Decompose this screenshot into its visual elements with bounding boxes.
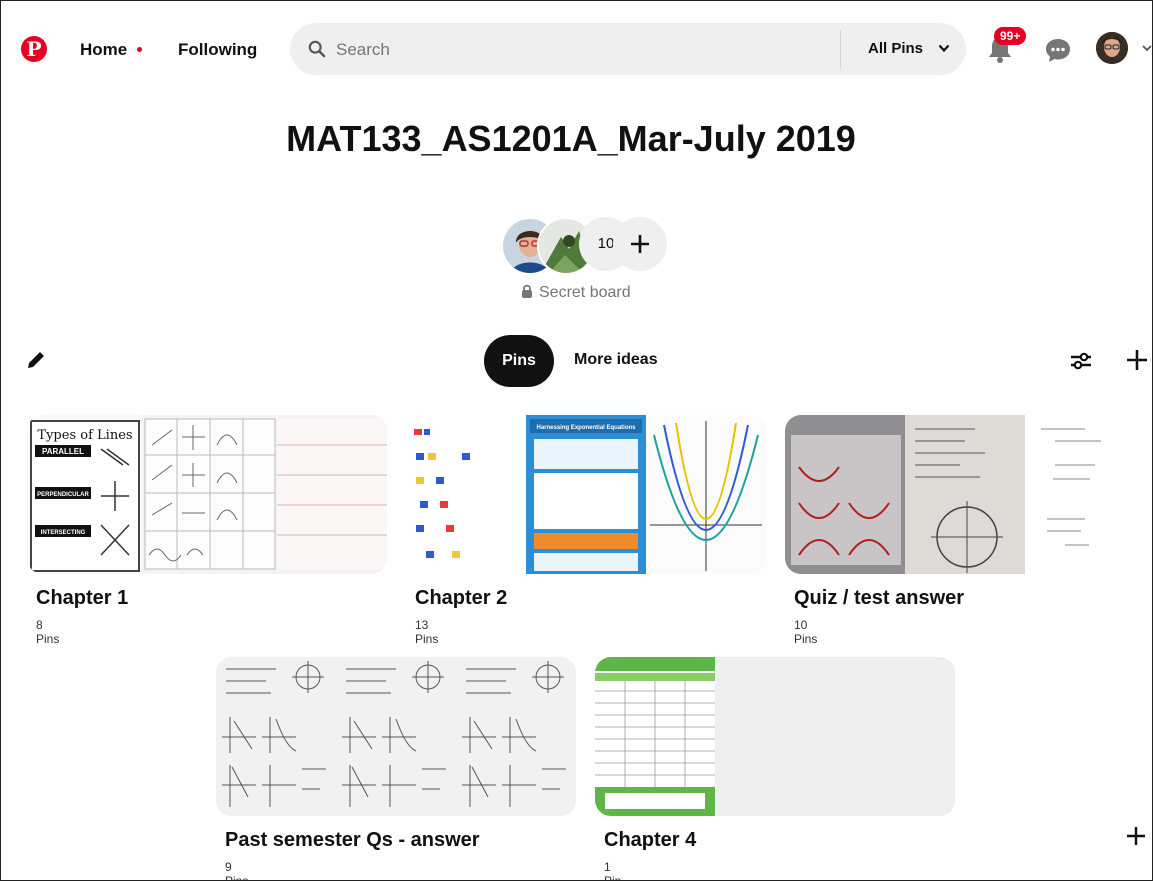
search-input[interactable] <box>334 37 818 63</box>
chevron-down-icon[interactable] <box>1142 43 1152 53</box>
search-icon <box>308 40 326 58</box>
search-bar[interactable]: All Pins <box>290 23 966 75</box>
plus-icon <box>631 235 649 253</box>
add-icon[interactable] <box>1125 348 1149 372</box>
chapter1-cover-heading: Types of Lines <box>37 428 132 443</box>
chapter1-cover-item: PERPENDICULAR <box>37 492 89 498</box>
edit-icon[interactable] <box>25 349 47 371</box>
app-frame: P Home Following All Pins 99+ <box>0 0 1153 881</box>
chapter1-cover-item: INTERSECTING <box>41 530 86 536</box>
chevron-down-icon[interactable] <box>938 42 950 54</box>
chapter2-cover-poster-title: Harnessing Exponential Equations <box>536 425 636 431</box>
section-cover[interactable] <box>785 415 1145 574</box>
section-name[interactable]: Chapter 4 <box>604 829 696 852</box>
privacy-label: Secret board <box>539 284 631 301</box>
chapter1-cover-item: PARALLEL <box>42 447 84 456</box>
section-pin-count: 1 Pin <box>604 860 622 881</box>
section-name[interactable]: Chapter 1 <box>36 587 128 610</box>
section-cover[interactable]: Harnessing Exponential Equations <box>406 415 766 574</box>
home-indicator-dot <box>137 47 142 52</box>
section-pin-count: 13 Pins <box>415 618 439 646</box>
privacy-status: Secret board <box>521 284 631 302</box>
section-name[interactable]: Chapter 2 <box>415 587 507 610</box>
section-cover[interactable] <box>216 657 576 816</box>
search-divider <box>840 30 841 68</box>
section-cover[interactable]: Types of Lines PARALLEL PERPENDICULAR IN… <box>27 415 387 574</box>
board-title: MAT133_AS1201A_Mar-July 2019 <box>286 118 856 159</box>
section-name[interactable]: Quiz / test answer <box>794 587 964 610</box>
tab-pins[interactable]: Pins <box>484 335 554 387</box>
pinterest-logo[interactable]: P <box>21 36 47 62</box>
tab-more-ideas[interactable]: More ideas <box>574 351 658 369</box>
filter-icon[interactable] <box>1069 349 1093 373</box>
nav-following[interactable]: Following <box>178 40 257 60</box>
section-pin-count: 8 Pins <box>36 618 60 646</box>
section-cover[interactable] <box>595 657 955 816</box>
search-filter-dropdown[interactable]: All Pins <box>868 40 923 57</box>
lock-icon <box>522 284 532 298</box>
notifications-badge: 99+ <box>994 27 1027 45</box>
nav-home[interactable]: Home <box>80 40 127 60</box>
add-floating-icon[interactable] <box>1123 823 1149 849</box>
section-pin-count: 9 Pins <box>225 860 249 881</box>
avatar[interactable] <box>1096 32 1128 64</box>
message-icon[interactable] <box>1044 36 1072 64</box>
section-name[interactable]: Past semester Qs - answer <box>225 829 480 852</box>
add-collaborator-button[interactable] <box>613 217 667 271</box>
section-pin-count: 10 Pins <box>794 618 818 646</box>
